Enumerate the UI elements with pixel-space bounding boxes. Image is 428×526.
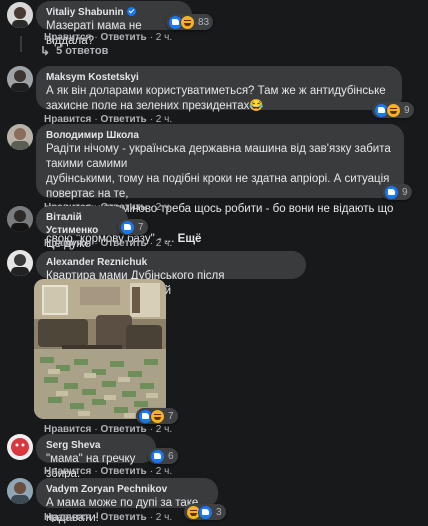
reply-link[interactable]: Ответить xyxy=(100,238,146,249)
reaction-count: 9 xyxy=(404,104,410,116)
author-name[interactable]: Alexander Reznichuk xyxy=(46,256,296,269)
haha-reaction-icon xyxy=(386,102,401,118)
comment-bubble: Віталій Устименко Це дуже смішно) xyxy=(36,206,128,265)
reaction-count: 3 xyxy=(216,506,222,518)
reaction-count: 6 xyxy=(168,450,174,462)
reactions-badge[interactable]: 7 xyxy=(136,408,178,424)
author-name[interactable]: Maksym Kostetskyi xyxy=(46,71,392,84)
reply-link[interactable]: Ответить xyxy=(100,32,146,43)
timestamp[interactable]: 2 ч. xyxy=(156,238,172,249)
reaction-count: 7 xyxy=(168,410,174,422)
like-link[interactable]: Нравится xyxy=(44,238,91,249)
comment-bubble: Serg Sheva "мама" на гречку збира. xyxy=(36,434,156,480)
timestamp[interactable]: 2 ч. xyxy=(156,512,172,523)
comment-actions: Нравится· Ответить· 2 ч. xyxy=(44,512,173,523)
timestamp[interactable]: 2 ч. xyxy=(156,466,172,477)
reactions-badge[interactable]: 9 xyxy=(382,184,412,200)
timestamp[interactable]: 2 ч. xyxy=(156,202,172,213)
reactions-badge[interactable]: 7 xyxy=(118,219,148,235)
reactions-badge[interactable]: 6 xyxy=(148,448,178,464)
comment-actions: Нравится· Ответить· 2 ч. xyxy=(44,466,173,477)
view-replies-link[interactable]: ↳ 5 ответов xyxy=(40,44,108,58)
avatar[interactable] xyxy=(7,434,33,460)
avatar[interactable] xyxy=(7,66,33,92)
reaction-count: 9 xyxy=(402,186,408,198)
avatar[interactable] xyxy=(7,250,33,276)
comment-bubble: Alexander Reznichuk Квартира мами Дубінс… xyxy=(36,251,306,297)
haha-reaction-icon xyxy=(150,408,165,424)
like-link[interactable]: Нравится xyxy=(44,466,91,477)
like-reaction-icon xyxy=(150,448,165,464)
emoji: 😂 xyxy=(249,100,264,112)
like-link[interactable]: Нравится xyxy=(44,512,91,523)
avatar[interactable] xyxy=(7,124,33,150)
author-name[interactable]: Володимир Школа xyxy=(46,129,394,142)
reply-link[interactable]: Ответить xyxy=(100,466,146,477)
haha-reaction-icon xyxy=(180,14,195,30)
like-reaction-icon xyxy=(384,184,399,200)
comment-bubble: Maksym Kostetskyi А як він доларами кори… xyxy=(36,66,402,112)
avatar[interactable] xyxy=(7,478,33,504)
author-name[interactable]: Vadym Zoryan Pechnikov xyxy=(46,483,208,496)
comment-actions: Нравится· Ответить· 2 ч. xyxy=(44,32,173,43)
avatar[interactable] xyxy=(7,2,33,28)
comment-photo[interactable] xyxy=(34,279,166,419)
see-more-link[interactable]: Ещё xyxy=(178,233,202,245)
reactions-badge[interactable]: 3 xyxy=(184,504,226,520)
avatar[interactable] xyxy=(7,206,33,232)
replies-label: 5 ответов xyxy=(56,45,109,57)
author-name[interactable]: Serg Sheva xyxy=(46,439,146,452)
reactions-badge[interactable]: 9 xyxy=(372,102,414,118)
like-link[interactable]: Нравится xyxy=(44,32,91,43)
verified-badge-icon xyxy=(126,7,136,16)
thread-line xyxy=(20,36,22,52)
author-name[interactable]: Віталій Устименко xyxy=(46,211,118,237)
reply-link[interactable]: Ответить xyxy=(100,512,146,523)
like-reaction-icon xyxy=(120,219,135,235)
comment-actions: Нравится· Ответить· 2 ч. xyxy=(44,238,173,249)
reply-arrow-icon: ↳ xyxy=(40,44,51,58)
reaction-count: 7 xyxy=(138,221,144,233)
author-name[interactable]: Vitaliy Shabunin xyxy=(46,7,124,18)
timestamp[interactable]: 2 ч. xyxy=(156,424,172,435)
comment-text: А як він доларами користуватиметься? Там… xyxy=(46,85,386,112)
reactions-badge[interactable]: 83 xyxy=(166,14,214,30)
comment-bubble: Володимир Школа Радіти нічому - українсь… xyxy=(36,124,404,245)
timestamp[interactable]: 2 ч. xyxy=(156,32,172,43)
like-reaction-icon xyxy=(198,504,213,520)
reaction-count: 83 xyxy=(198,16,210,28)
